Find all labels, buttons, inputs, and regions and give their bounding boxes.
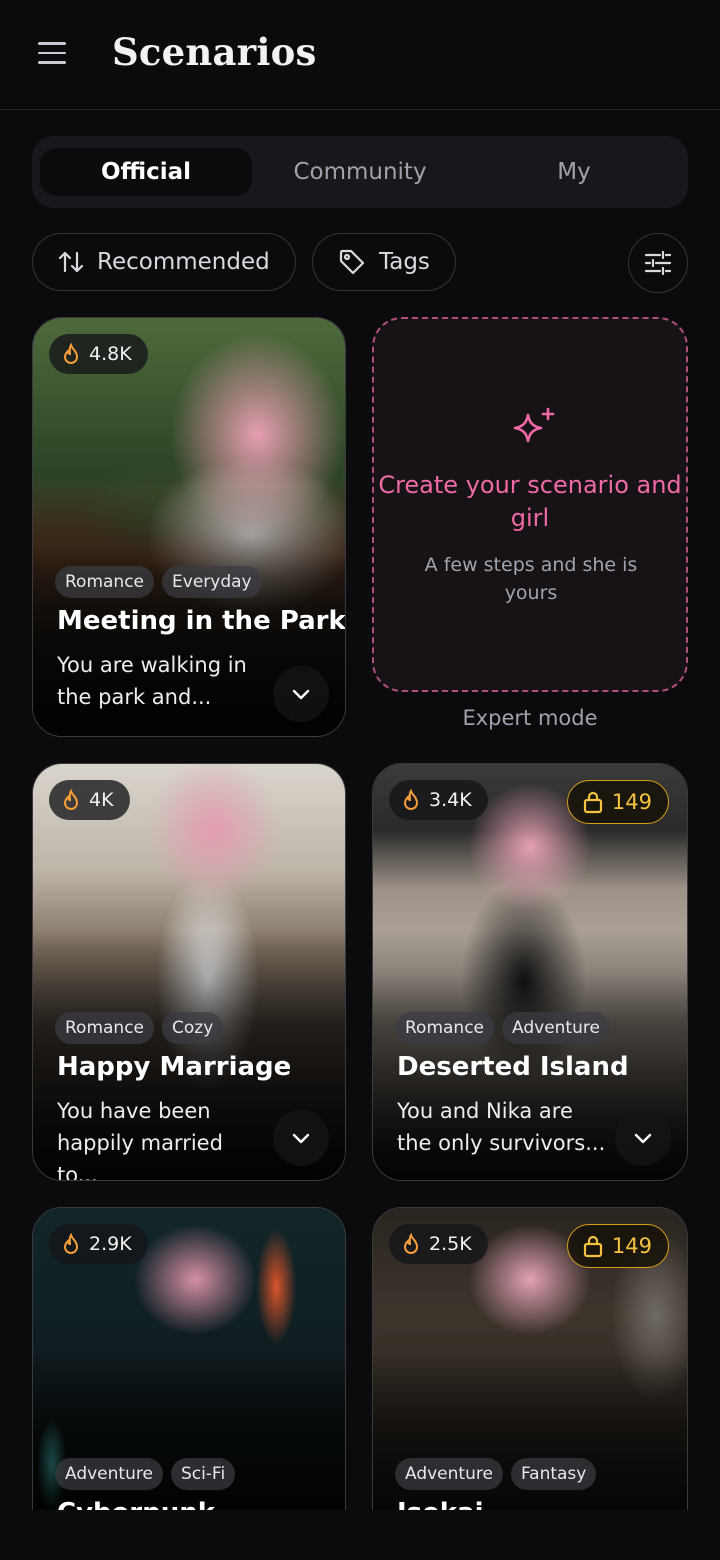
price-amount: 149: [611, 1234, 652, 1258]
price-badge: 149: [566, 1224, 669, 1268]
card-description: You and Nika are the only survivors...: [397, 1099, 606, 1155]
price-badge: 149: [566, 780, 669, 824]
scenario-card[interactable]: 4.8K Romance Everyday Meeting in the Par…: [32, 317, 346, 737]
tag-icon: [339, 249, 365, 275]
bottom-edge: [0, 1510, 720, 1560]
hamburger-menu-icon[interactable]: [38, 42, 66, 68]
card-tags: Romance Cozy: [55, 1012, 224, 1044]
card-title: Happy Marriage: [57, 1052, 292, 1082]
card-tags: Romance Adventure: [395, 1012, 610, 1044]
tag-chip: Adventure: [55, 1458, 163, 1490]
lock-icon: [583, 791, 603, 814]
views-badge: 4.8K: [49, 334, 148, 374]
flame-icon: [63, 1233, 79, 1254]
scenario-tabs: Official Community My: [32, 136, 688, 208]
views-badge: 3.4K: [389, 780, 488, 820]
views-count: 2.9K: [89, 1233, 132, 1255]
filter-settings-button[interactable]: [628, 233, 688, 293]
views-count: 3.4K: [429, 789, 472, 811]
views-count: 2.5K: [429, 1233, 472, 1255]
page-title: Scenarios: [112, 30, 317, 74]
create-scenario-card[interactable]: Create your scenario and girl A few step…: [372, 317, 688, 692]
tag-chip: Romance: [55, 1012, 155, 1044]
views-count: 4K: [89, 789, 114, 811]
tag-chip: Romance: [55, 566, 155, 598]
card-tags: Romance Everyday: [55, 566, 262, 598]
tag-chip: Fantasy: [510, 1458, 597, 1490]
scenario-card[interactable]: 3.4K 149 Romance Adventure Deserted Isla…: [372, 763, 688, 1181]
card-tags: Adventure Fantasy: [395, 1458, 597, 1490]
views-badge: 4K: [49, 780, 130, 820]
views-badge: 2.9K: [49, 1224, 148, 1264]
tag-chip: Romance: [395, 1012, 495, 1044]
top-bar: Scenarios: [0, 0, 720, 110]
scenario-card[interactable]: 4K Romance Cozy Happy Marriage You have …: [32, 763, 346, 1181]
create-subtitle: A few steps and she is yours: [424, 554, 638, 604]
expand-button[interactable]: [273, 666, 329, 722]
views-count: 4.8K: [89, 343, 132, 365]
flame-icon: [403, 789, 419, 810]
card-title: Meeting in the Park: [57, 606, 346, 636]
create-title: Create your scenario and girl: [378, 471, 682, 532]
card-title: Deserted Island: [397, 1052, 629, 1082]
tags-button[interactable]: Tags: [312, 233, 456, 291]
lock-icon: [583, 1235, 603, 1258]
price-amount: 149: [611, 790, 652, 814]
tag-chip: Everyday: [162, 566, 262, 598]
sort-arrows-icon: [58, 251, 84, 273]
chevron-down-icon: [292, 1133, 310, 1144]
card-description: You have been happily married to...: [57, 1099, 223, 1181]
tab-my[interactable]: My: [468, 148, 680, 196]
sliders-icon: [644, 250, 672, 276]
tag-chip: Adventure: [395, 1458, 503, 1490]
tag-chip: Sci-Fi: [170, 1458, 236, 1490]
expert-mode-link[interactable]: Expert mode: [372, 706, 688, 730]
tags-label: Tags: [379, 249, 430, 275]
sparkles-icon: [513, 407, 555, 443]
sort-button[interactable]: Recommended: [32, 233, 296, 291]
scenario-card[interactable]: 2.5K 149 Adventure Fantasy Isekai: [372, 1207, 688, 1560]
views-badge: 2.5K: [389, 1224, 488, 1264]
tab-official[interactable]: Official: [40, 148, 252, 196]
tag-chip: Adventure: [502, 1012, 610, 1044]
flame-icon: [403, 1233, 419, 1254]
chevron-down-icon: [634, 1133, 652, 1144]
card-description: You are walking in the park and...: [57, 653, 247, 709]
flame-icon: [63, 343, 79, 364]
tab-community[interactable]: Community: [254, 148, 466, 196]
flame-icon: [63, 789, 79, 810]
chevron-down-icon: [292, 689, 310, 700]
expand-button[interactable]: [273, 1110, 329, 1166]
scenario-card[interactable]: 2.9K Adventure Sci-Fi Cyberpunk: [32, 1207, 346, 1560]
card-tags: Adventure Sci-Fi: [55, 1458, 236, 1490]
sort-label: Recommended: [97, 249, 270, 275]
tag-chip: Cozy: [162, 1012, 224, 1044]
expand-button[interactable]: [615, 1110, 671, 1166]
